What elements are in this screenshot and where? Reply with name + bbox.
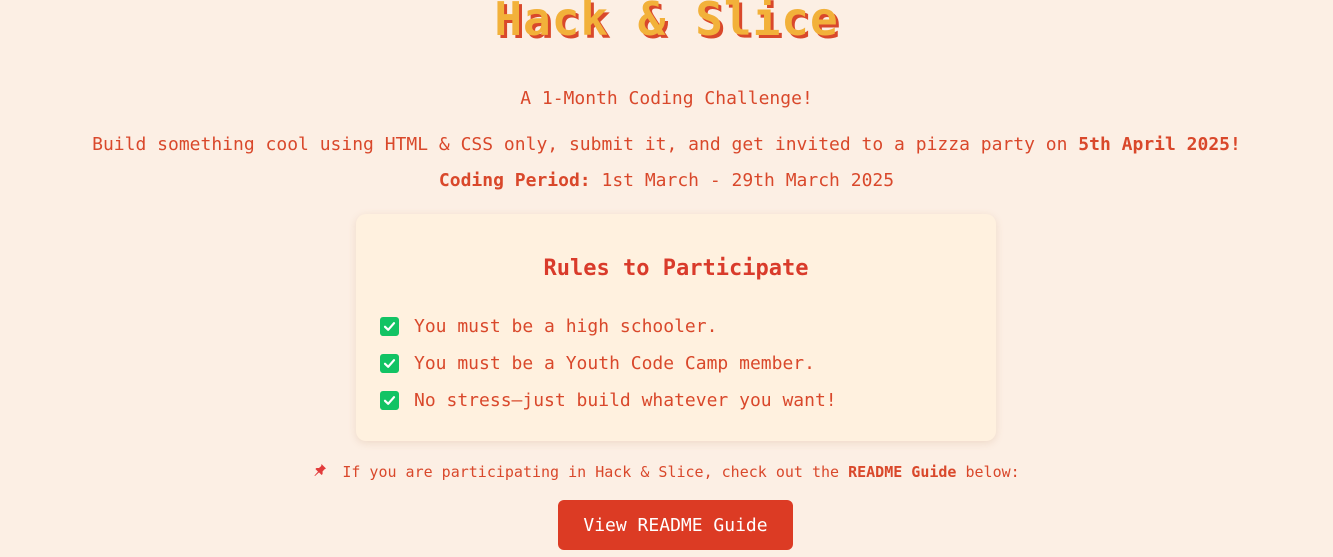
readme-note-suffix: below: [956, 463, 1020, 481]
challenge-description: Build something cool using HTML & CSS on… [0, 134, 1333, 155]
page: Hack & Slice A 1-Month Coding Challenge!… [0, 0, 1333, 557]
rule-item: You must be a Youth Code Camp member. [380, 345, 837, 382]
rules-list: You must be a high schooler. You must be… [380, 308, 837, 419]
rule-text: You must be a Youth Code Camp member. [414, 353, 815, 374]
tagline: A 1-Month Coding Challenge! [520, 88, 813, 109]
coding-period-value: 1st March - 29th March 2025 [590, 170, 895, 191]
rule-item: You must be a high schooler. [380, 308, 837, 345]
coding-period: Coding Period: 1st March - 29th March 20… [0, 170, 1333, 191]
description-text: Build something cool using HTML & CSS on… [92, 134, 1079, 155]
readme-note: If you are participating in Hack & Slice… [0, 463, 1333, 481]
rule-item: No stress—just build whatever you want! [380, 382, 837, 419]
rules-title: Rules to Participate [543, 256, 809, 281]
party-date: 5th April 2025! [1078, 134, 1241, 155]
rule-text: You must be a high schooler. [414, 316, 718, 337]
view-readme-button[interactable]: View README Guide [558, 500, 793, 550]
readme-note-text: If you are participating in Hack & Slice… [333, 463, 849, 481]
pushpin-icon [313, 463, 327, 481]
rule-text: No stress—just build whatever you want! [414, 390, 837, 411]
check-box-icon [380, 317, 399, 336]
rules-card: Rules to Participate You must be a high … [356, 214, 996, 441]
check-box-icon [380, 391, 399, 410]
page-title: Hack & Slice [494, 0, 839, 46]
coding-period-label: Coding Period: [438, 170, 591, 191]
readme-note-highlight: README Guide [848, 463, 957, 481]
check-box-icon [380, 354, 399, 373]
